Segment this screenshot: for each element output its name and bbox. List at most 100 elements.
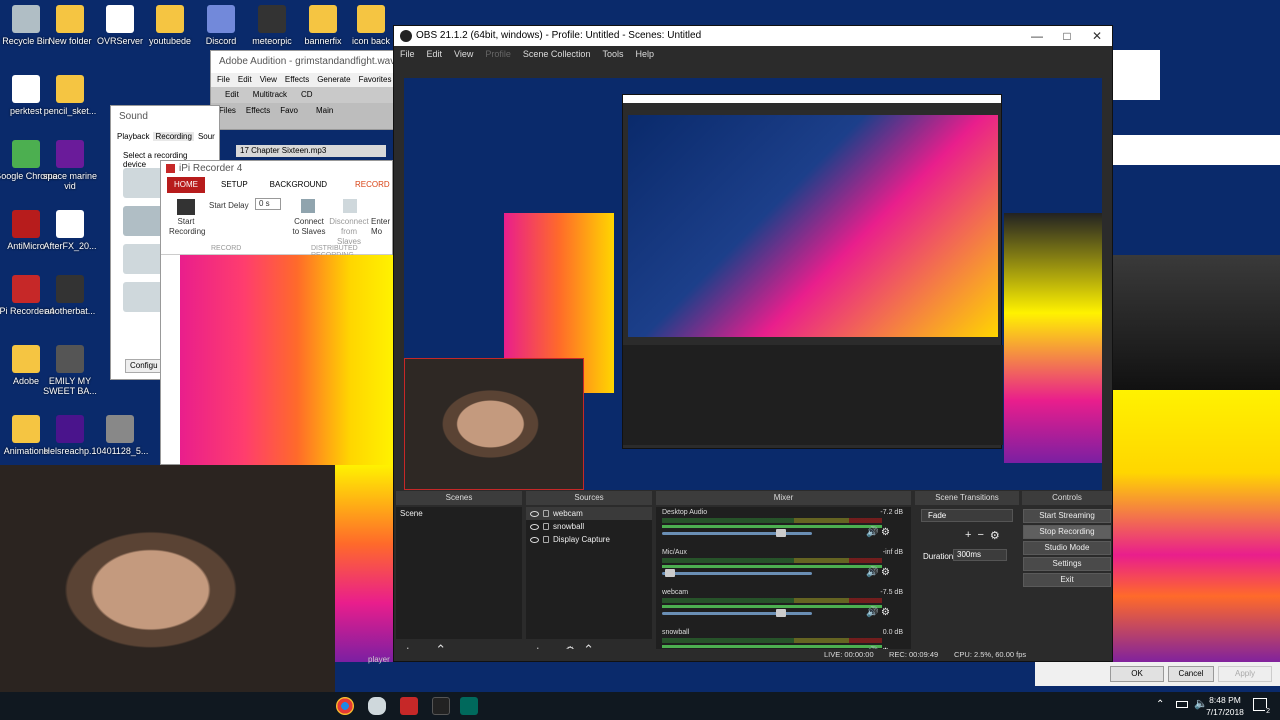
audition-cd-mode[interactable]: CD xyxy=(301,87,313,103)
duration-field[interactable]: 300ms xyxy=(953,549,1007,561)
menu-help[interactable]: Help xyxy=(635,46,654,62)
sources-dock: Sources webcam snowball Display Capture … xyxy=(526,491,652,661)
scene-item[interactable]: Scene xyxy=(396,507,522,520)
obs-preview[interactable] xyxy=(404,78,1102,490)
audition-menu-item[interactable]: Edit xyxy=(238,73,252,87)
ipi-tab-record[interactable]: RECORD xyxy=(333,177,396,193)
speaker-icon[interactable]: 🔊 xyxy=(866,607,878,618)
volume-slider-handle[interactable] xyxy=(664,569,675,577)
audition-tab-effects[interactable]: Effects xyxy=(246,106,270,126)
scenes-list[interactable]: Scene xyxy=(396,507,522,639)
desktop-icon[interactable]: space marine vid xyxy=(38,140,102,191)
sound-tab-sounds[interactable]: Sour xyxy=(198,132,215,141)
sound-tab-playback[interactable]: Playback xyxy=(117,132,149,141)
audition-toolbar: Edit Multitrack CD xyxy=(211,87,399,103)
start-streaming-button[interactable]: Start Streaming xyxy=(1023,509,1111,523)
maximize-icon[interactable]: □ xyxy=(1052,26,1082,46)
visibility-eye-icon[interactable] xyxy=(530,536,539,543)
source-label: snowball xyxy=(553,522,585,531)
desktop-icon-image xyxy=(56,140,84,168)
settings-button[interactable]: Settings xyxy=(1023,557,1111,571)
speaker-icon[interactable]: 🔊 xyxy=(866,527,878,538)
mouse-icon[interactable] xyxy=(368,697,386,715)
lock-icon[interactable] xyxy=(543,536,549,543)
audition-menu-item[interactable]: File xyxy=(217,73,230,87)
ipi-tab-home[interactable]: HOME xyxy=(167,177,205,193)
source-label: webcam xyxy=(553,509,583,518)
menu-tools[interactable]: Tools xyxy=(602,46,623,62)
audition-multitrack-mode[interactable]: Multitrack xyxy=(253,87,287,103)
exit-button[interactable]: Exit xyxy=(1023,573,1111,587)
start-recording-button[interactable]: Start Recording xyxy=(169,217,205,237)
audition-menu-item[interactable]: Effects xyxy=(285,73,309,87)
menu-scene-collection[interactable]: Scene Collection xyxy=(523,46,591,62)
audition-tab-files[interactable]: Files xyxy=(219,106,236,126)
visibility-eye-icon[interactable] xyxy=(530,510,539,517)
gear-icon[interactable]: ⚙ xyxy=(881,527,890,538)
volume-slider[interactable] xyxy=(662,612,812,615)
source-item[interactable]: webcam xyxy=(526,507,652,520)
chrome-icon[interactable] xyxy=(336,697,354,715)
disconnect-from-slaves-button[interactable]: Disconnect from Slaves xyxy=(329,217,369,247)
ipi-tab-setup[interactable]: SETUP xyxy=(205,177,264,193)
gear-icon[interactable]: ⚙ xyxy=(881,607,890,618)
background-window-right-2 xyxy=(1113,135,1280,165)
ok-button[interactable]: OK xyxy=(1110,666,1164,682)
add-transition-icon[interactable]: + xyxy=(965,529,971,542)
preview-nested-canvas xyxy=(628,115,998,337)
desktop-icon[interactable]: pencil_sket... xyxy=(38,75,102,116)
audition-tab-favorites[interactable]: Favo xyxy=(280,106,298,126)
ipi-tab-background[interactable]: BACKGROUND xyxy=(264,177,333,193)
gear-icon[interactable]: ⚙ xyxy=(881,567,890,578)
battery-icon[interactable] xyxy=(1176,701,1188,708)
sound-tab-recording[interactable]: Recording xyxy=(153,132,194,141)
transition-select[interactable]: Fade xyxy=(921,509,1013,522)
volume-slider-handle[interactable] xyxy=(775,529,786,537)
menu-file[interactable]: File xyxy=(400,46,415,62)
audition-taskbar-icon[interactable] xyxy=(460,697,478,715)
sources-list[interactable]: webcam snowball Display Capture xyxy=(526,507,652,639)
desktop-icon[interactable]: 10401128_5... xyxy=(88,415,152,456)
audition-menu-item[interactable]: Generate xyxy=(317,73,350,87)
desktop-icon[interactable]: AfterFX_20... xyxy=(38,210,102,251)
remove-transition-icon[interactable]: − xyxy=(977,529,983,542)
minimize-icon[interactable]: — xyxy=(1022,26,1052,46)
speaker-icon[interactable]: 🔊 xyxy=(866,567,878,578)
obs-taskbar-icon[interactable] xyxy=(432,697,450,715)
source-item[interactable]: Display Capture xyxy=(526,533,652,546)
cancel-button[interactable]: Cancel xyxy=(1168,666,1214,682)
lock-icon[interactable] xyxy=(543,510,549,517)
studio-mode-button[interactable]: Studio Mode xyxy=(1023,541,1111,555)
menu-edit[interactable]: Edit xyxy=(427,46,443,62)
audition-file-item[interactable]: 17 Chapter Sixteen.mp3 xyxy=(236,145,386,157)
menu-profile[interactable]: Profile xyxy=(485,46,511,62)
volume-slider[interactable] xyxy=(662,572,812,575)
device-list[interactable] xyxy=(123,168,163,353)
menu-view[interactable]: View xyxy=(454,46,473,62)
close-icon[interactable]: ✕ xyxy=(1082,26,1112,46)
volume-slider[interactable] xyxy=(662,532,812,535)
lock-icon[interactable] xyxy=(543,523,549,530)
visibility-eye-icon[interactable] xyxy=(530,523,539,530)
audition-window[interactable]: Adobe Audition - grimstandandfight.wav F… xyxy=(210,50,400,130)
audition-menu-item[interactable]: Favorites xyxy=(359,73,392,87)
obs-titlebar[interactable]: OBS 21.1.2 (64bit, windows) - Profile: U… xyxy=(394,26,1112,46)
enter-mode-button[interactable]: Enter Mo xyxy=(371,217,395,237)
tray-chevron-icon[interactable]: ⌃ xyxy=(1156,699,1164,710)
desktop-icon[interactable]: EMILY MY SWEET BA... xyxy=(38,345,102,396)
stop-recording-button[interactable]: Stop Recording xyxy=(1023,525,1111,539)
apply-button[interactable]: Apply xyxy=(1218,666,1272,682)
clock[interactable]: 8:48 PM 7/17/2018 xyxy=(1200,694,1250,718)
ipi-recorder-taskbar-icon[interactable] xyxy=(400,697,418,715)
audition-edit-mode[interactable]: Edit xyxy=(225,87,239,103)
audition-menu-item[interactable]: View xyxy=(260,73,277,87)
start-delay-field[interactable]: 0 s xyxy=(255,198,281,210)
volume-slider-handle[interactable] xyxy=(775,609,786,617)
notification-count: 2 xyxy=(1265,708,1271,715)
connect-to-slaves-button[interactable]: Connect to Slaves xyxy=(291,217,327,237)
obs-window[interactable]: OBS 21.1.2 (64bit, windows) - Profile: U… xyxy=(393,25,1113,662)
source-item[interactable]: snowball xyxy=(526,520,652,533)
gear-icon[interactable]: ⚙ xyxy=(990,529,1000,542)
desktop-icon[interactable]: anotherbat... xyxy=(38,275,102,316)
notification-icon[interactable]: 2 xyxy=(1253,698,1271,715)
